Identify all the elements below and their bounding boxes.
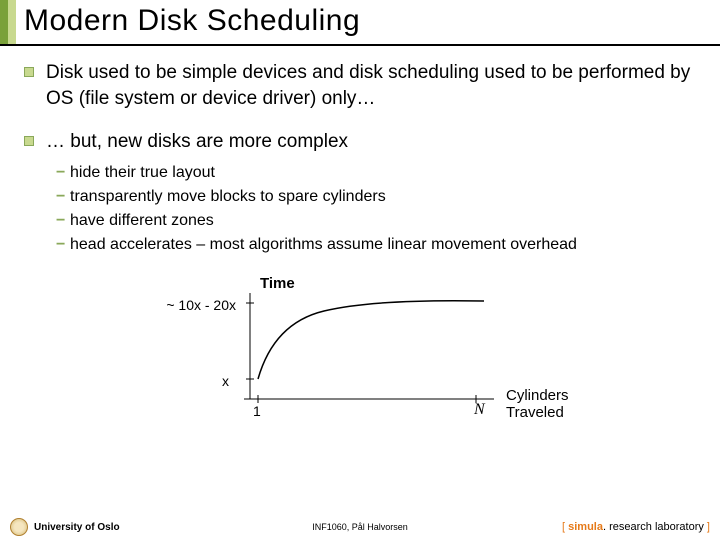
x-tick-N: N: [474, 401, 485, 419]
bracket-icon: ]: [704, 521, 710, 533]
sub-bullet-list: − hide their true layout − transparently…: [56, 161, 696, 257]
slide-footer: University of Oslo INF1060, Pål Halvorse…: [0, 514, 720, 540]
dash-icon: −: [56, 185, 70, 209]
bullet-text: … but, new disks are more complex: [46, 129, 348, 155]
sub-bullet: − head accelerates – most algorithms ass…: [56, 233, 696, 257]
bullet-2: … but, new disks are more complex − hide…: [24, 129, 696, 257]
university-seal-icon: [10, 518, 28, 536]
dash-icon: −: [56, 161, 70, 185]
footer-left: University of Oslo: [10, 518, 120, 536]
square-bullet-icon: [24, 67, 34, 77]
sub-bullet: − hide their true layout: [56, 161, 696, 185]
slide-title: Modern Disk Scheduling: [16, 0, 360, 44]
sub-bullet-text: head accelerates – most algorithms assum…: [70, 233, 577, 257]
x-axis-label: Cylinders Traveled: [506, 387, 584, 421]
sub-bullet: − have different zones: [56, 209, 696, 233]
chart-title: Time: [260, 275, 295, 292]
bullet-text: Disk used to be simple devices and disk …: [46, 60, 696, 111]
title-accent: [0, 0, 16, 44]
dash-icon: −: [56, 209, 70, 233]
square-bullet-icon: [24, 136, 34, 146]
sub-bullet: − transparently move blocks to spare cyl…: [56, 185, 696, 209]
sub-bullet-text: transparently move blocks to spare cylin…: [70, 185, 386, 209]
content-area: Disk used to be simple devices and disk …: [0, 46, 720, 425]
x-tick-1: 1: [253, 403, 261, 419]
brand-lab: . research laboratory: [603, 521, 704, 533]
footer-left-text: University of Oslo: [34, 522, 120, 533]
sub-bullet-text: have different zones: [70, 209, 214, 233]
sub-bullet-text: hide their true layout: [70, 161, 215, 185]
seek-time-chart: Time ~ 10x - 20x x 1 N Cylinders Travele…: [154, 275, 584, 425]
bullet-1: Disk used to be simple devices and disk …: [24, 60, 696, 111]
title-bar: Modern Disk Scheduling: [0, 0, 720, 46]
dash-icon: −: [56, 233, 70, 257]
y-tick-high: ~ 10x - 20x: [136, 297, 236, 313]
chart-svg: [244, 293, 504, 405]
y-tick-low: x: [222, 373, 229, 389]
footer-right: [ simula. research laboratory ]: [562, 521, 710, 533]
footer-center-text: INF1060, Pål Halvorsen: [312, 522, 408, 532]
brand-simula: simula: [568, 521, 603, 533]
